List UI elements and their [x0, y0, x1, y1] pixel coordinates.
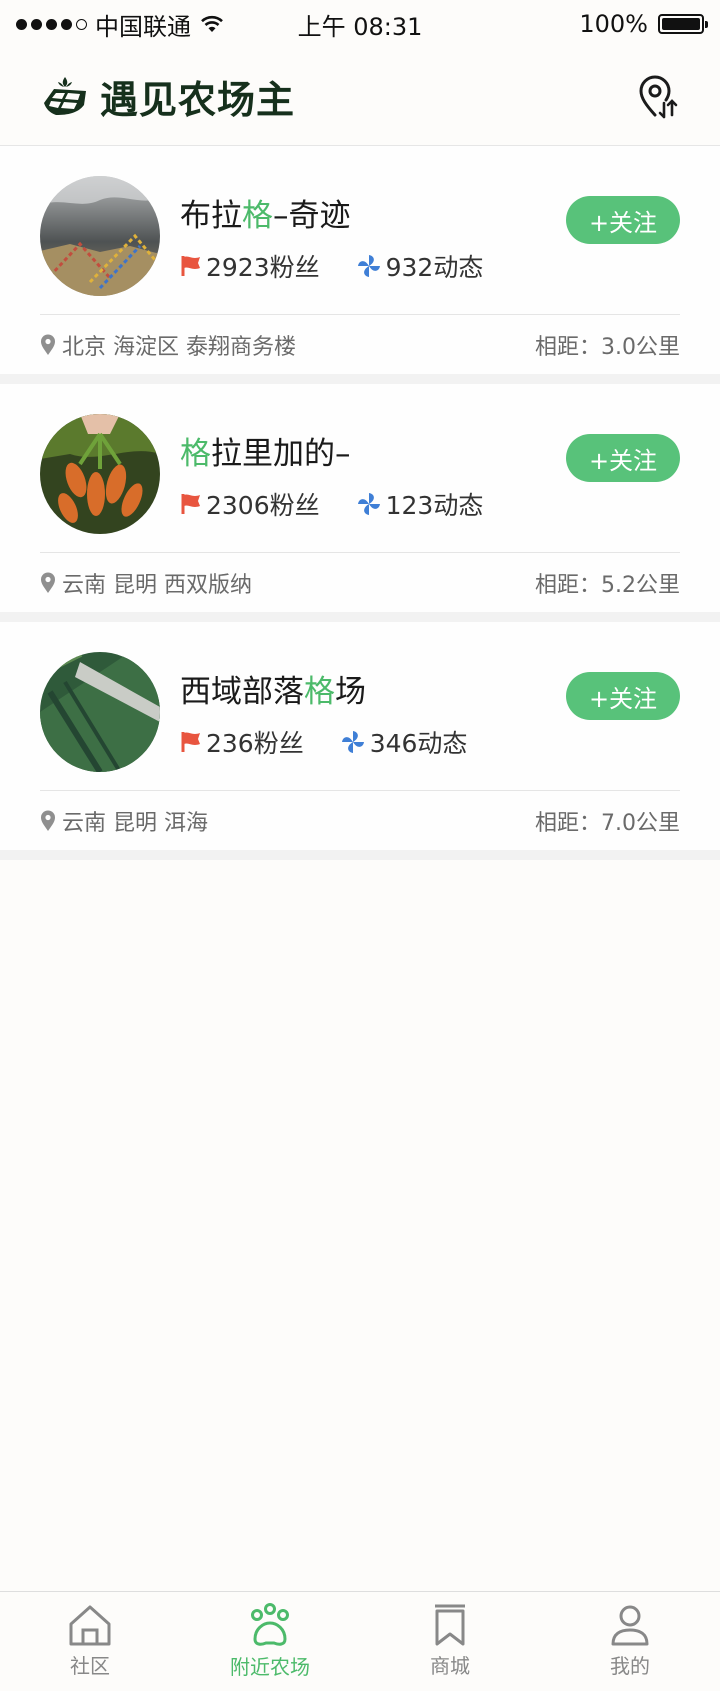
status-time: 上午 08:31 [297, 12, 423, 41]
carrier-name: 中国联通 [95, 12, 191, 41]
map-pin-icon [41, 572, 55, 593]
user-icon [611, 1605, 649, 1646]
farm-card[interactable]: 格拉里加的– 2306粉丝 123动态 +关注 云南 昆明 西双版纳 相距：5.… [0, 384, 720, 622]
farm-stats: 236粉丝 346动态 [180, 724, 467, 760]
flag-icon [181, 732, 200, 752]
farm-stats: 2923粉丝 932动态 [180, 248, 483, 284]
paw-icon [251, 1603, 289, 1646]
tab-nearby-farms[interactable]: 附近农场 [180, 1592, 360, 1691]
tab-mall[interactable]: 商城 [360, 1592, 540, 1691]
posts-count: 123动态 [385, 491, 484, 520]
fans-stat: 2306粉丝 [180, 486, 320, 522]
posts-stat: 123动态 [356, 486, 484, 522]
card-footer: 云南 昆明 洱海 相距：7.0公里 [40, 790, 680, 850]
battery-icon [658, 14, 708, 34]
status-right: 100% [579, 10, 708, 38]
distance: 相距：5.2公里 [535, 572, 680, 598]
posts-stat: 346动态 [340, 724, 468, 760]
fans-stat: 236粉丝 [180, 724, 304, 760]
posts-stat: 932动态 [356, 248, 484, 284]
farm-name[interactable]: 布拉格–奇迹 [180, 190, 351, 235]
distance: 相距：7.0公里 [535, 810, 680, 836]
flag-icon [181, 256, 200, 276]
tab-label: 我的 [610, 1654, 650, 1678]
fans-count: 2306粉丝 [206, 491, 320, 520]
status-bar: 中国联通 上午 08:31 100% [0, 0, 720, 48]
app-header: 遇见农场主 [0, 48, 720, 146]
signal-strength-icon [16, 18, 87, 30]
card-footer: 北京 海淀区 泰翔商务楼 相距：3.0公里 [40, 314, 680, 374]
follow-button[interactable]: +关注 [566, 196, 680, 244]
home-icon [69, 1605, 111, 1646]
farm-name[interactable]: 格拉里加的– [180, 428, 351, 473]
farm-stats: 2306粉丝 123动态 [180, 486, 483, 522]
location-button[interactable] [636, 75, 680, 119]
location-pin-icon [639, 75, 678, 118]
follow-button[interactable]: +关注 [566, 434, 680, 482]
tab-label: 附近农场 [230, 1655, 310, 1679]
farm-avatar[interactable] [40, 176, 160, 296]
tab-profile[interactable]: 我的 [540, 1592, 720, 1691]
farm-card[interactable]: 布拉格–奇迹 2923粉丝 932动态 +关注 北京 海淀区 泰翔商务楼 相距：… [0, 146, 720, 384]
brand: 遇见农场主 [40, 69, 295, 124]
farm-name[interactable]: 西域部落格场 [180, 666, 366, 711]
tab-community[interactable]: 社区 [0, 1592, 180, 1691]
farm-logo-icon [44, 76, 86, 115]
fans-count: 2923粉丝 [206, 253, 320, 282]
address: 北京 海淀区 泰翔商务楼 [40, 329, 296, 361]
tab-label: 商城 [430, 1654, 470, 1678]
address: 云南 昆明 西双版纳 [40, 567, 252, 599]
follow-button[interactable]: +关注 [566, 672, 680, 720]
farm-avatar[interactable] [40, 414, 160, 534]
posts-count: 932动态 [385, 253, 484, 282]
pinwheel-icon [341, 731, 364, 753]
bookmark-icon [435, 1604, 465, 1646]
address: 云南 昆明 洱海 [40, 805, 208, 837]
farm-avatar[interactable] [40, 652, 160, 772]
pinwheel-icon [357, 493, 380, 515]
distance: 相距：3.0公里 [535, 334, 680, 360]
page-title: 遇见农场主 [100, 78, 296, 122]
fans-count: 236粉丝 [206, 729, 304, 758]
fans-stat: 2923粉丝 [180, 248, 320, 284]
tab-label: 社区 [70, 1654, 110, 1678]
map-pin-icon [41, 334, 55, 355]
card-footer: 云南 昆明 西双版纳 相距：5.2公里 [40, 552, 680, 612]
status-left: 中国联通 [16, 7, 225, 42]
battery-percent: 100% [579, 10, 648, 38]
tab-bar: 社区 附近农场 商城 我的 [0, 1591, 720, 1691]
posts-count: 346动态 [369, 729, 468, 758]
map-pin-icon [41, 810, 55, 831]
pinwheel-icon [357, 255, 380, 277]
wifi-icon [201, 15, 223, 32]
farm-list: 布拉格–奇迹 2923粉丝 932动态 +关注 北京 海淀区 泰翔商务楼 相距：… [0, 146, 720, 860]
farm-card[interactable]: 西域部落格场 236粉丝 346动态 +关注 云南 昆明 洱海 相距：7.0公里 [0, 622, 720, 860]
flag-icon [181, 494, 200, 514]
